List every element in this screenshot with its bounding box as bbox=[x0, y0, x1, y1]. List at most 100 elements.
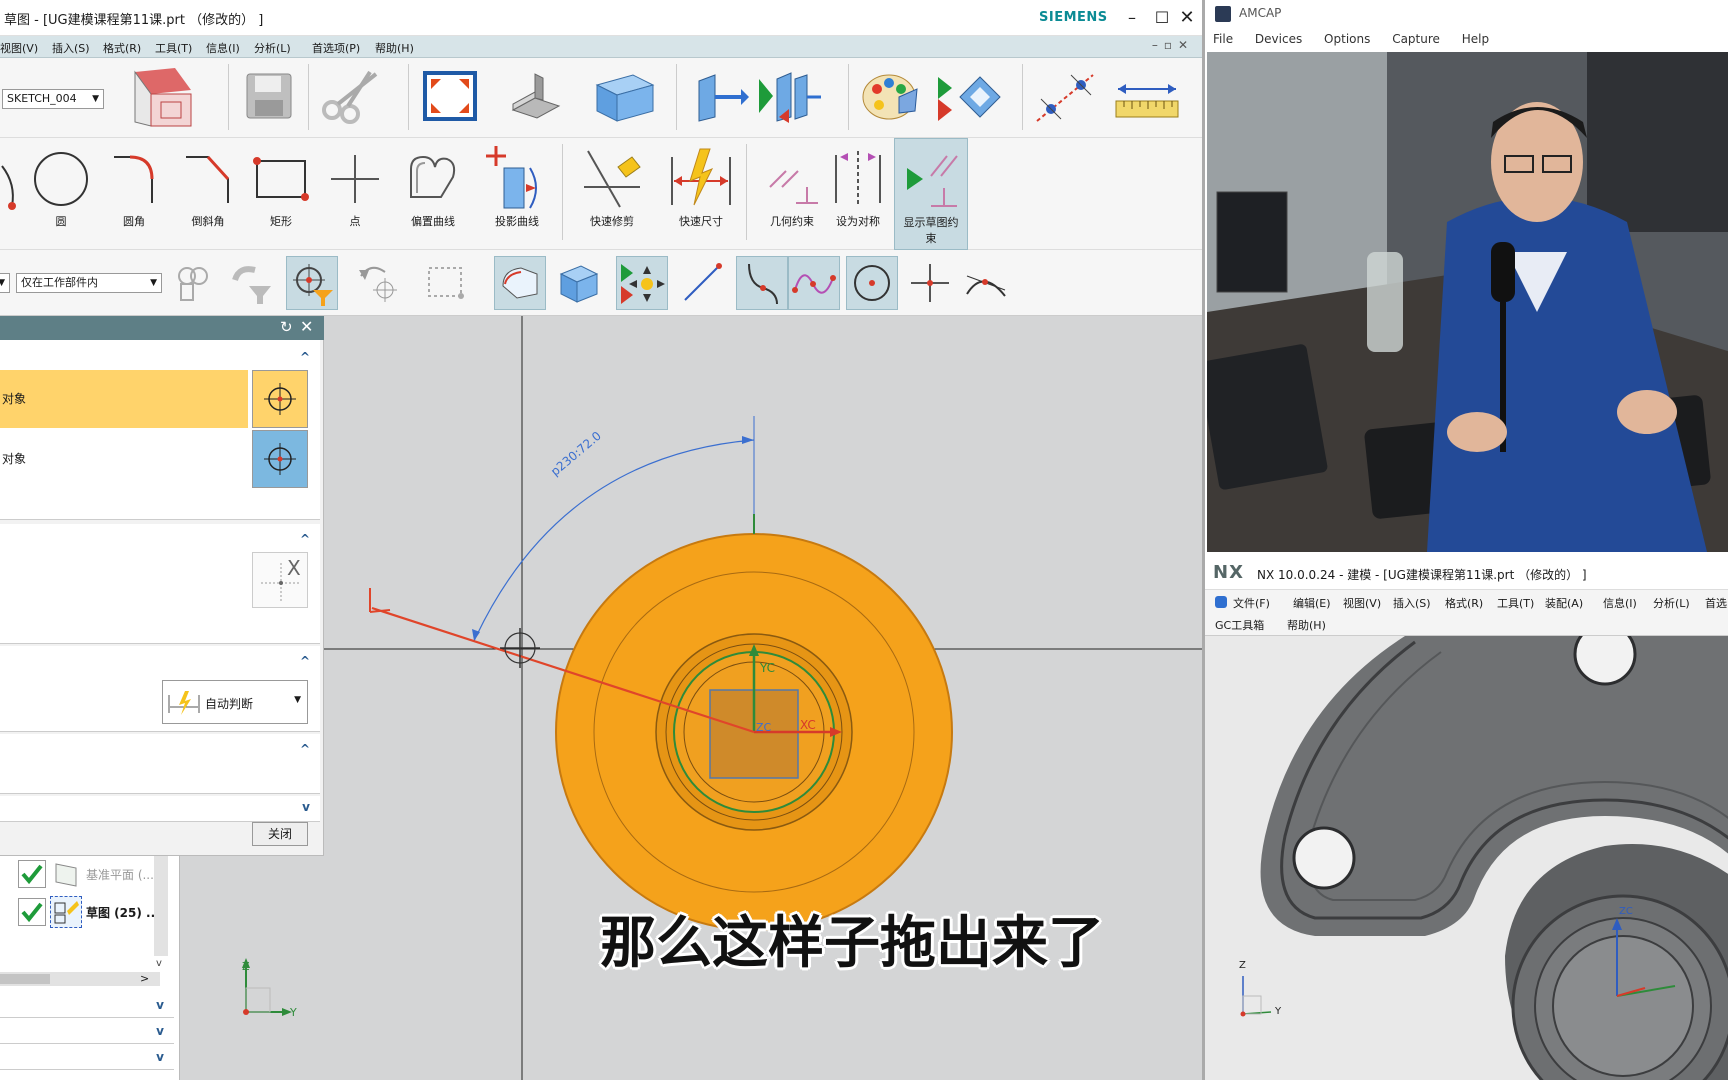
tool-rectangle[interactable]: 矩形 bbox=[248, 138, 314, 250]
mdi-controls[interactable]: –▫✕ bbox=[1152, 38, 1194, 52]
expand-icon[interactable]: v bbox=[156, 998, 164, 1012]
tree-vertical-scrollbar[interactable] bbox=[154, 856, 168, 956]
scroll-down-icon[interactable]: v bbox=[156, 958, 162, 969]
navigator-section-1[interactable]: v bbox=[0, 994, 174, 1018]
menu-help[interactable]: 帮助(H) bbox=[375, 40, 414, 56]
palette-icon[interactable] bbox=[858, 66, 922, 126]
tool-show-constraints[interactable]: 显示草图约束 bbox=[894, 138, 968, 250]
measure-distance-icon[interactable] bbox=[1110, 72, 1184, 126]
menu-analysis[interactable]: 分析(L) bbox=[254, 40, 291, 56]
amcap-menu-capture[interactable]: Capture bbox=[1392, 32, 1440, 46]
expand-icon[interactable]: v bbox=[156, 1050, 164, 1064]
scrollbar-thumb[interactable] bbox=[0, 974, 50, 984]
tool-quick-trim[interactable]: 快速修剪 bbox=[568, 138, 656, 250]
sketch-plane-icon[interactable] bbox=[112, 64, 218, 130]
rectangle-select-icon[interactable] bbox=[420, 256, 472, 310]
cut-icon[interactable] bbox=[316, 66, 388, 126]
nx2-menu-format[interactable]: 格式(R) bbox=[1445, 595, 1483, 611]
tool-fillet[interactable]: 圆角 bbox=[100, 138, 168, 250]
menu-insert[interactable]: 插入(S) bbox=[52, 40, 90, 56]
body-select-icon[interactable] bbox=[552, 256, 604, 310]
tool-circle[interactable]: 圆 bbox=[26, 138, 96, 250]
sketch-name-combo[interactable]: SKETCH_004 ▼ bbox=[2, 89, 104, 109]
expand-icon[interactable]: v bbox=[302, 800, 310, 814]
tool-geometric-constraints[interactable]: 几何约束 bbox=[752, 138, 832, 250]
nx2-menu-gc-toolbox[interactable]: GC工具箱 bbox=[1215, 617, 1264, 633]
collapse-icon[interactable]: ^ bbox=[300, 532, 310, 546]
collapse-icon[interactable]: ^ bbox=[300, 654, 310, 668]
method-combo[interactable]: 自动判断 ▼ bbox=[162, 680, 308, 724]
tool-arc[interactable] bbox=[0, 138, 22, 250]
checkbox-checked[interactable] bbox=[18, 860, 46, 888]
scroll-right-icon[interactable]: > bbox=[140, 972, 149, 985]
type-filter-combo[interactable]: ▼ bbox=[0, 273, 10, 293]
amcap-menu-devices[interactable]: Devices bbox=[1255, 32, 1302, 46]
origin-tool-icon[interactable]: X bbox=[252, 552, 308, 608]
block-icon[interactable] bbox=[592, 68, 658, 124]
bracket-part-icon[interactable] bbox=[506, 68, 566, 124]
select-object-2-row[interactable]: 对象 bbox=[0, 430, 248, 488]
nx2-menu-info[interactable]: 信息(I) bbox=[1603, 595, 1637, 611]
dialog-close-icon[interactable]: ✕ bbox=[300, 317, 313, 336]
crosshair-icon[interactable] bbox=[252, 430, 308, 488]
face-select-icon[interactable] bbox=[494, 256, 546, 310]
measure-angle-icon[interactable] bbox=[1030, 68, 1100, 126]
tool-make-symmetric[interactable]: 设为对称 bbox=[822, 138, 894, 250]
menu-info[interactable]: 信息(I) bbox=[206, 40, 240, 56]
midpoint-snap-icon[interactable] bbox=[736, 256, 788, 310]
close-button[interactable]: ✕ bbox=[1175, 6, 1199, 30]
endpoint-snap-icon[interactable] bbox=[676, 256, 728, 310]
app-menu-icon[interactable] bbox=[1215, 596, 1227, 608]
select-object-1-row[interactable]: 对象 bbox=[0, 370, 248, 428]
collapse-icon[interactable]: ^ bbox=[300, 350, 310, 364]
tree-horizontal-scrollbar[interactable] bbox=[0, 972, 160, 986]
extrude-icon[interactable] bbox=[690, 68, 750, 124]
dialog-close-button[interactable]: 关闭 bbox=[252, 822, 308, 846]
minimize-button[interactable]: – bbox=[1120, 6, 1144, 30]
amcap-menu-options[interactable]: Options bbox=[1324, 32, 1370, 46]
nx2-menu-assembly[interactable]: 装配(A) bbox=[1545, 595, 1583, 611]
menu-view[interactable]: 视图(V) bbox=[0, 40, 38, 56]
menu-format[interactable]: 格式(R) bbox=[103, 40, 141, 56]
reset-icon[interactable]: ↻ bbox=[280, 318, 293, 336]
menu-tools[interactable]: 工具(T) bbox=[155, 40, 192, 56]
nx2-menu-preferences[interactable]: 首选 bbox=[1705, 595, 1727, 611]
save-icon[interactable] bbox=[240, 66, 298, 126]
amcap-menu-file[interactable]: File bbox=[1213, 32, 1233, 46]
tool-chamfer[interactable]: 倒斜角 bbox=[172, 138, 244, 250]
control-point-snap-icon[interactable] bbox=[788, 256, 840, 310]
amcap-menu-help[interactable]: Help bbox=[1462, 32, 1489, 46]
fit-view-icon[interactable] bbox=[420, 68, 480, 124]
nx2-menu-analysis[interactable]: 分析(L) bbox=[1653, 595, 1690, 611]
nx2-menu-help[interactable]: 帮助(H) bbox=[1287, 617, 1326, 633]
checkbox-checked[interactable] bbox=[18, 898, 46, 926]
tool-offset-curve[interactable]: 偏置曲线 bbox=[394, 138, 472, 250]
point-filter-icon[interactable] bbox=[286, 256, 338, 310]
nx2-menu-edit[interactable]: 编辑(E) bbox=[1293, 595, 1331, 611]
maximize-button[interactable]: ☐ bbox=[1150, 6, 1174, 30]
menu-preferences[interactable]: 首选项(P) bbox=[312, 40, 360, 56]
nx2-menu-tools[interactable]: 工具(T) bbox=[1497, 595, 1534, 611]
show-hide-icon[interactable] bbox=[932, 68, 1006, 124]
tangent-snap-icon[interactable] bbox=[960, 256, 1012, 310]
navigator-section-2[interactable]: v bbox=[0, 1020, 174, 1044]
intersection-snap-icon[interactable] bbox=[904, 256, 956, 310]
navigator-section-3[interactable]: v bbox=[0, 1046, 174, 1070]
nx2-menu-file[interactable]: 文件(F) bbox=[1233, 595, 1270, 611]
nx2-graphics-viewport[interactable]: ZC Z Y bbox=[1205, 636, 1728, 1080]
expand-icon[interactable]: v bbox=[156, 1024, 164, 1038]
revolve-icon[interactable] bbox=[754, 68, 824, 124]
scope-filter-combo[interactable]: 仅在工作部件内 ▼ bbox=[16, 273, 162, 293]
general-select-icon[interactable] bbox=[168, 256, 220, 310]
select-filter-icon[interactable] bbox=[228, 256, 280, 310]
nx2-menu-view[interactable]: 视图(V) bbox=[1343, 595, 1381, 611]
crosshair-icon[interactable] bbox=[252, 370, 308, 428]
snap-all-icon[interactable] bbox=[616, 256, 668, 310]
tree-item-sketch[interactable]: 草图 (25) ... bbox=[86, 904, 160, 921]
collapse-icon[interactable]: ^ bbox=[300, 742, 310, 756]
undo-select-icon[interactable] bbox=[352, 256, 404, 310]
arc-center-snap-icon[interactable] bbox=[846, 256, 898, 310]
tree-item-datum-plane[interactable]: 基准平面 (... bbox=[86, 866, 154, 883]
tool-project-curve[interactable]: 投影曲线 bbox=[478, 138, 556, 250]
nx2-menu-insert[interactable]: 插入(S) bbox=[1393, 595, 1431, 611]
